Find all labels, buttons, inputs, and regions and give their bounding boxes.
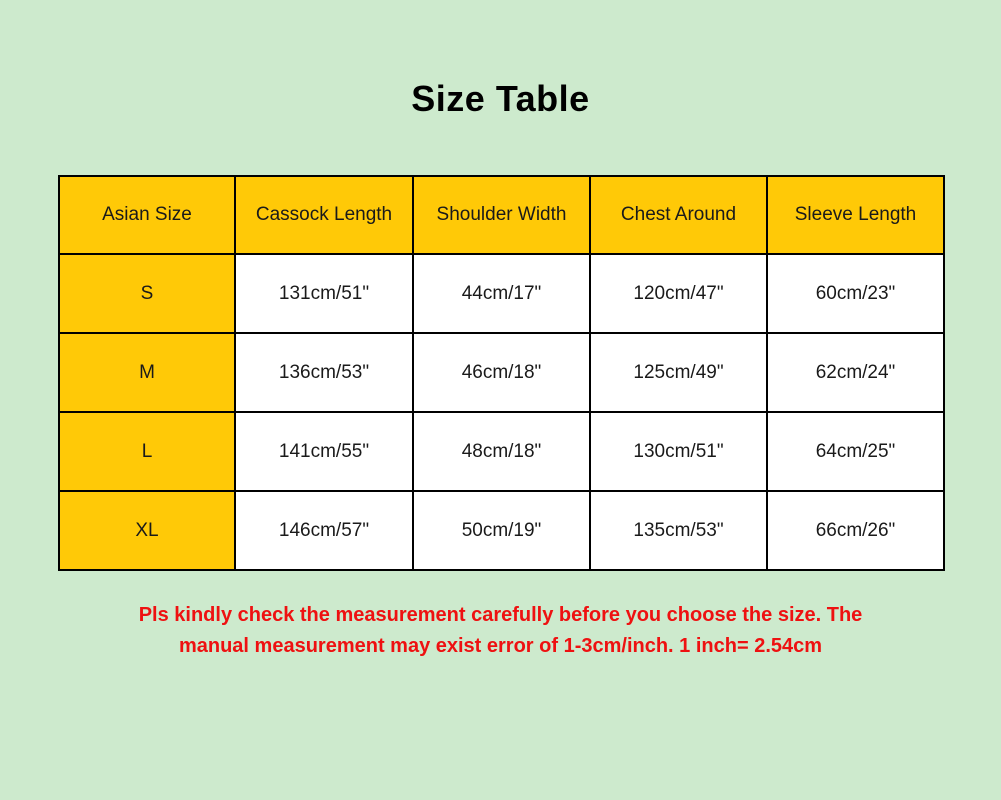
cell-size: S [58,253,236,334]
table-header-row: Asian Size Cassock Length Shoulder Width… [58,175,945,255]
table-row: M 136cm/53" 46cm/18" 125cm/49" 62cm/24" [58,332,945,413]
disclaimer-line-1: Pls kindly check the measurement careful… [138,604,863,626]
cell-chest-around: 130cm/51" [589,411,768,492]
measurement-disclaimer: Pls kindly check the measurement careful… [0,600,1001,662]
cell-cassock-length: 136cm/53" [234,332,414,413]
cell-cassock-length: 141cm/55" [234,411,414,492]
page-title: Size Table [411,78,590,119]
cell-shoulder-width: 44cm/17" [412,253,591,334]
column-header-sleeve-length: Sleeve Length [766,175,945,255]
size-table: Asian Size Cassock Length Shoulder Width… [58,175,945,571]
cell-shoulder-width: 50cm/19" [412,490,591,571]
size-table-page: Size Table Asian Size Cassock Length Sho… [0,0,1001,800]
column-header-cassock-length: Cassock Length [234,175,414,255]
cell-cassock-length: 131cm/51" [234,253,414,334]
table-body: S 131cm/51" 44cm/17" 120cm/47" 60cm/23" … [58,253,945,571]
table-row: XL 146cm/57" 50cm/19" 135cm/53" 66cm/26" [58,490,945,571]
column-header-chest-around: Chest Around [589,175,768,255]
column-header-shoulder-width: Shoulder Width [412,175,591,255]
cell-chest-around: 120cm/47" [589,253,768,334]
cell-sleeve-length: 66cm/26" [766,490,945,571]
column-header-asian-size: Asian Size [58,175,236,255]
disclaimer-line-2: manual measurement may exist error of 1-… [178,635,823,657]
cell-cassock-length: 146cm/57" [234,490,414,571]
cell-size: L [58,411,236,492]
cell-size: XL [58,490,236,571]
cell-shoulder-width: 48cm/18" [412,411,591,492]
table-row: L 141cm/55" 48cm/18" 130cm/51" 64cm/25" [58,411,945,492]
cell-shoulder-width: 46cm/18" [412,332,591,413]
size-table-container: Asian Size Cassock Length Shoulder Width… [58,175,945,571]
table-row: S 131cm/51" 44cm/17" 120cm/47" 60cm/23" [58,253,945,334]
cell-size: M [58,332,236,413]
cell-sleeve-length: 62cm/24" [766,332,945,413]
cell-sleeve-length: 64cm/25" [766,411,945,492]
cell-chest-around: 135cm/53" [589,490,768,571]
cell-sleeve-length: 60cm/23" [766,253,945,334]
table-header: Asian Size Cassock Length Shoulder Width… [58,175,945,255]
cell-chest-around: 125cm/49" [589,332,768,413]
